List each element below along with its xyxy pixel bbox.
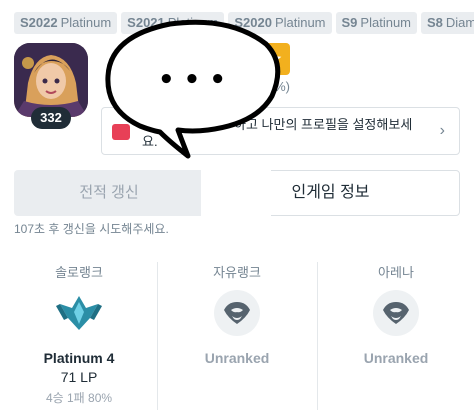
- season-tag[interactable]: S2021 Platinum: [121, 12, 225, 34]
- champion-portrait-icon: [14, 43, 88, 117]
- ellipsis-text: • • •: [158, 65, 226, 95]
- star-icon: [264, 50, 282, 67]
- platinum-emblem-icon: [56, 290, 102, 336]
- unranked-emblem-icon: [373, 290, 419, 336]
- ladder-rank-percent: .38%): [256, 79, 290, 94]
- star-badge: [256, 43, 290, 75]
- season-tag[interactable]: S9 Platinum: [335, 12, 417, 34]
- rank-card-flex[interactable]: 자유랭크 Unranked: [162, 262, 312, 366]
- refresh-cooldown-text: 107초 후 갱신을 시도해주세요.: [14, 222, 169, 236]
- queue-label: 자유랭크: [213, 265, 261, 280]
- profile-icon-avatar[interactable]: [14, 43, 88, 117]
- notice-text-line2: 요.: [142, 134, 158, 149]
- profile-setup-notice[interactable]: 하고 나만의 프로필을 설정해보세 요. ›: [101, 107, 460, 155]
- win-loss-label: 4승 1패 80%: [45, 391, 113, 405]
- queue-label: 솔로랭크: [55, 265, 103, 280]
- tier-label: Platinum 4: [43, 350, 115, 366]
- notice-text-line1: 하고 나만의 프로필을 설정해보세: [234, 117, 413, 132]
- refresh-button[interactable]: 전적 갱신: [14, 170, 204, 216]
- season-tag[interactable]: S2022 Platinum: [14, 12, 118, 34]
- lp-label: 71 LP: [60, 369, 98, 385]
- season-tag[interactable]: S8 Diam: [421, 12, 474, 34]
- season-history-tags: S2022 Platinum S2021 Platinum S2020 Platinum S…: [14, 12, 474, 34]
- notice-text: 하고 나만의 프로필을 설정해보세 요.: [142, 116, 432, 150]
- tier-label: Unranked: [363, 350, 429, 366]
- queue-label: 아레나: [378, 265, 414, 280]
- unranked-emblem-icon: [214, 290, 260, 336]
- column-divider: [317, 262, 318, 410]
- redaction-block: [201, 170, 271, 240]
- rank-card-solo[interactable]: 솔로랭크 Platinum 4 71 LP 4승 1패 80%: [4, 262, 154, 406]
- tier-label: Unranked: [204, 350, 270, 366]
- summoner-level-badge: 332: [31, 107, 71, 129]
- column-divider: [157, 262, 158, 410]
- opgg-logo-icon: [112, 124, 130, 140]
- season-tag[interactable]: S2020 Platinum: [228, 12, 332, 34]
- rank-card-arena[interactable]: 아레나 Unranked: [321, 262, 471, 366]
- chevron-right-icon: ›: [439, 122, 445, 139]
